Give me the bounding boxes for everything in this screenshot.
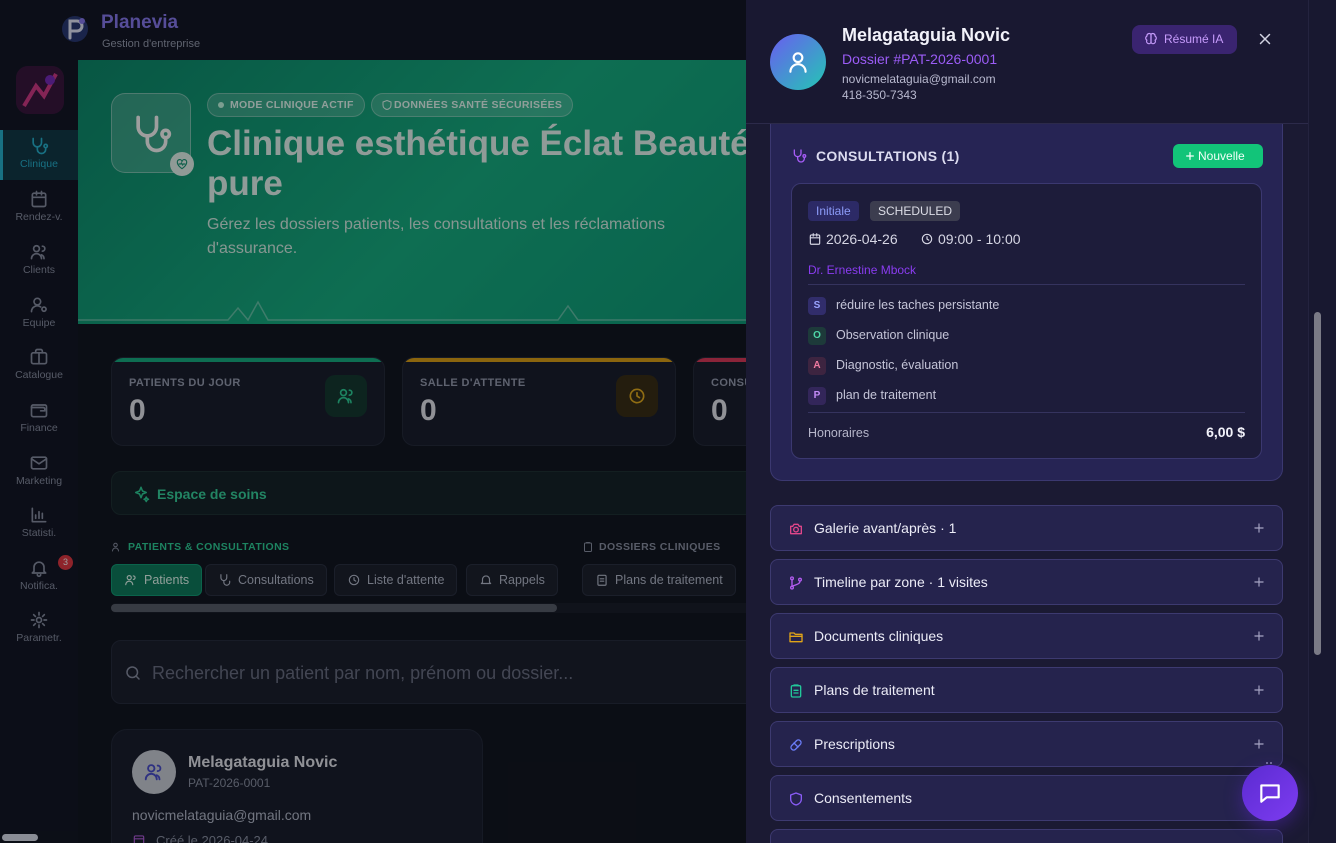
patient-detail-panel: CONSULTATIONS (1) Nouvelle Initiale SCHE… <box>746 0 1308 843</box>
chat-bubble-icon <box>1260 784 1280 803</box>
plus-icon <box>1254 685 1264 695</box>
consultation-doctor[interactable]: Dr. Ernestine Mbock <box>808 263 916 277</box>
dossier-number: Dossier #PAT-2026-0001 <box>842 51 998 67</box>
consultation-status-badge: SCHEDULED <box>870 201 961 221</box>
panel-scrollbar[interactable] <box>1308 0 1336 843</box>
folder-icon <box>789 632 803 643</box>
ai-summary-label: Résumé IA <box>1164 32 1224 46</box>
soap-letter: P <box>808 387 826 405</box>
accordion-label: Plans de traitement <box>814 682 935 698</box>
plus-icon <box>1254 739 1264 749</box>
plus-icon <box>1254 631 1264 641</box>
user-icon <box>789 52 807 73</box>
plus-icon <box>1186 152 1194 160</box>
soap-letter: S <box>808 297 826 315</box>
soap-letter: A <box>808 357 826 375</box>
divider <box>808 412 1245 413</box>
accordion-plans[interactable]: Plans de traitement <box>770 667 1283 713</box>
scrollbar-thumb[interactable] <box>1314 312 1321 655</box>
patient-name: Melagataguia Novic <box>842 25 1011 45</box>
plus-icon <box>1254 523 1264 533</box>
soap-text: Observation clinique <box>836 328 950 342</box>
consultation-time: 09:00 - 10:00 <box>920 231 1021 247</box>
accordion-label: Timeline par zone · 1 visites <box>814 574 988 590</box>
accordion-label: Consentements <box>814 790 913 806</box>
fee-value: 6,00 $ <box>1206 424 1245 440</box>
new-consultation-label: Nouvelle <box>1198 149 1245 163</box>
consultation-type-badge: Initiale <box>808 201 859 221</box>
shield-icon <box>790 792 802 806</box>
consultations-section: CONSULTATIONS (1) Nouvelle Initiale SCHE… <box>770 120 1283 481</box>
new-consultation-button[interactable]: Nouvelle <box>1173 144 1263 168</box>
modal-backdrop[interactable] <box>0 0 746 843</box>
consultation-date: 2026-04-26 <box>808 231 898 247</box>
accordion-label: Prescriptions <box>814 736 895 752</box>
time-text: 09:00 - 10:00 <box>938 231 1021 247</box>
date-text: 2026-04-26 <box>826 231 898 247</box>
accordion-timeline[interactable]: Timeline par zone · 1 visites <box>770 559 1283 605</box>
accordion-next[interactable] <box>770 829 1283 843</box>
clock-icon <box>921 233 933 245</box>
accordion-galerie[interactable]: Galerie avant/après · 1 <box>770 505 1283 551</box>
accordion-label: Galerie avant/après · 1 <box>814 520 957 536</box>
pill-icon <box>790 739 802 751</box>
git-branch-icon <box>790 576 802 590</box>
avatar <box>770 34 826 90</box>
plus-icon <box>1254 577 1264 587</box>
brain-icon <box>1145 32 1157 45</box>
accordion-label: Documents cliniques <box>814 628 944 644</box>
chat-button[interactable] <box>1242 765 1298 821</box>
sidebar-scrollbar[interactable] <box>0 831 78 843</box>
scrollbar-thumb[interactable] <box>2 834 38 841</box>
patient-panel-header: Melagataguia Novic Dossier #PAT-2026-000… <box>746 0 1308 124</box>
close-icon <box>1259 33 1271 45</box>
soap-letter: O <box>808 327 826 345</box>
fee-label: Honoraires <box>808 426 870 440</box>
soap-text: Diagnostic, évaluation <box>836 358 959 372</box>
consultations-title: CONSULTATIONS (1) <box>816 148 960 164</box>
close-button[interactable] <box>1254 28 1276 50</box>
clipboard-icon <box>790 684 802 698</box>
ai-summary-button[interactable]: Résumé IA <box>1132 25 1237 54</box>
accordion-documents[interactable]: Documents cliniques <box>770 613 1283 659</box>
patient-phone: 418-350-7343 <box>842 88 917 102</box>
camera-icon <box>790 523 802 535</box>
patient-email: novicmelataguia@gmail.com <box>842 72 996 86</box>
consultation-card[interactable]: Initiale SCHEDULED 2026-04-26 09:00 - 10… <box>791 183 1262 459</box>
app-root: Planevia Gestion d'entreprise Clinique R… <box>0 0 1336 843</box>
accordion-prescriptions[interactable]: Prescriptions <box>770 721 1283 767</box>
soap-text: plan de traitement <box>836 388 937 402</box>
soap-text: réduire les taches persistante <box>836 298 1000 312</box>
stethoscope-icon <box>793 149 807 163</box>
divider <box>808 284 1245 285</box>
calendar-icon <box>809 233 821 245</box>
accordion-consentements[interactable]: Consentements <box>770 775 1283 821</box>
